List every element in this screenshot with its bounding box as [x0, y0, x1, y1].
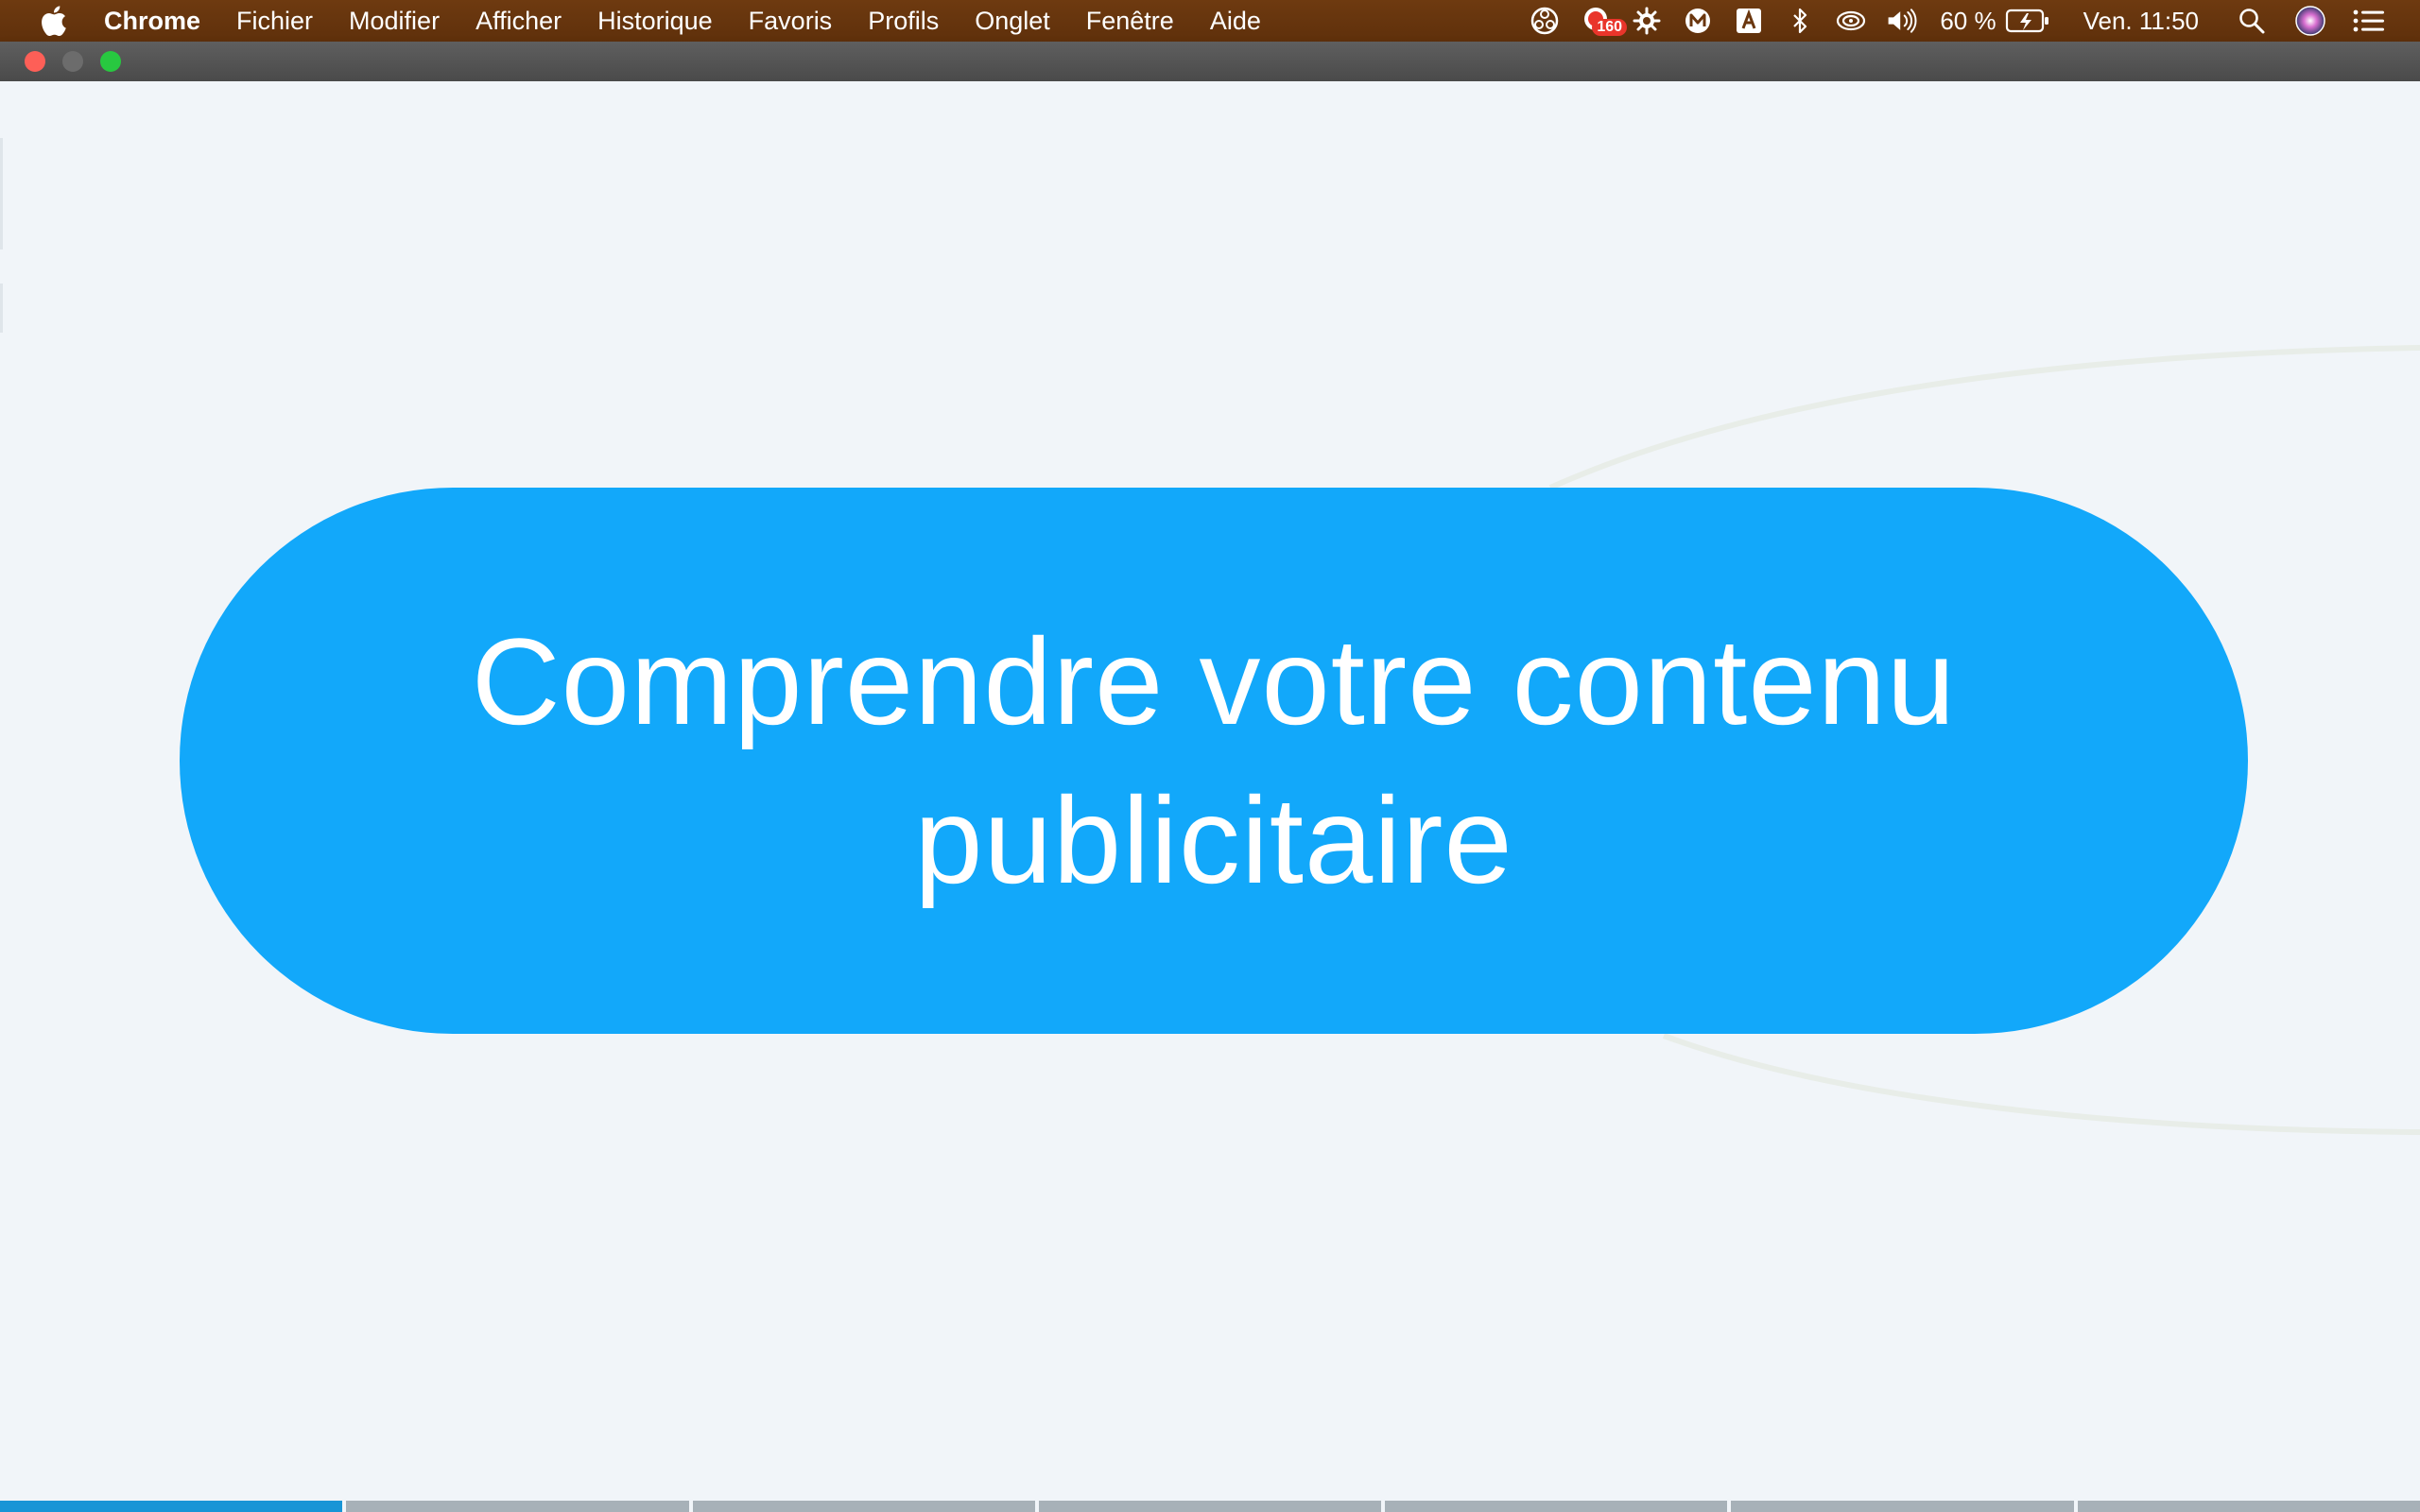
spotlight-search-icon[interactable]	[2235, 4, 2269, 38]
battery-percent[interactable]: 60 %	[1940, 7, 1996, 36]
input-source-icon[interactable]	[1732, 4, 1766, 38]
notification-center-icon[interactable]	[2352, 4, 2386, 38]
obs-icon[interactable]	[1528, 4, 1562, 38]
bluetooth-icon[interactable]	[1783, 4, 1817, 38]
siri-icon[interactable]	[2293, 4, 2327, 38]
notification-count-badge: 160	[1592, 19, 1628, 36]
menu-bar-status-area: 160 60 % Ven. 11:50	[1511, 0, 2420, 42]
slide-progress-bar	[0, 1501, 2420, 1512]
window-maximize-button[interactable]	[100, 51, 121, 72]
window-title-bar	[0, 42, 2420, 81]
presentation-slide: Comprendre votre contenu publicitaire	[0, 81, 2420, 1512]
left-edge-mark-bottom	[0, 284, 3, 333]
progress-segment-3[interactable]	[692, 1501, 1035, 1512]
clock[interactable]: Ven. 11:50	[2083, 7, 2199, 36]
menu-historique[interactable]: Historique	[597, 7, 713, 36]
slide-title: Comprendre votre contenu publicitaire	[471, 612, 1957, 909]
progress-segment-6[interactable]	[1731, 1501, 2074, 1512]
macos-menu-bar: Chrome Fichier Modifier Afficher Histori…	[0, 0, 2420, 42]
gear-icon[interactable]	[1630, 4, 1664, 38]
window-close-button[interactable]	[25, 51, 45, 72]
menu-modifier[interactable]: Modifier	[349, 7, 440, 36]
window-minimize-button[interactable]	[62, 51, 83, 72]
menu-favoris[interactable]: Favoris	[749, 7, 833, 36]
left-edge-mark-top	[0, 138, 3, 249]
progress-segment-2[interactable]	[346, 1501, 689, 1512]
wifi-icon[interactable]	[1834, 4, 1868, 38]
menu-afficher[interactable]: Afficher	[475, 7, 562, 36]
volume-icon[interactable]	[1885, 4, 1919, 38]
progress-segment-4[interactable]	[1038, 1501, 1382, 1512]
m-icon[interactable]	[1681, 4, 1715, 38]
notification-icon[interactable]: 160	[1579, 4, 1628, 38]
progress-segment-5[interactable]	[1385, 1501, 1728, 1512]
menu-profils[interactable]: Profils	[868, 7, 939, 36]
title-pill: Comprendre votre contenu publicitaire	[180, 488, 2248, 1034]
menu-aide[interactable]: Aide	[1210, 7, 1261, 36]
menu-fenetre[interactable]: Fenêtre	[1086, 7, 1174, 36]
menu-onglet[interactable]: Onglet	[975, 7, 1050, 36]
battery-charging-icon[interactable]	[2004, 4, 2051, 38]
menu-fichier[interactable]: Fichier	[236, 7, 313, 36]
progress-segment-1[interactable]	[0, 1501, 343, 1512]
apple-menu-icon[interactable]	[34, 2, 72, 40]
menu-app-name[interactable]: Chrome	[104, 7, 200, 36]
progress-segment-7[interactable]	[2077, 1501, 2420, 1512]
